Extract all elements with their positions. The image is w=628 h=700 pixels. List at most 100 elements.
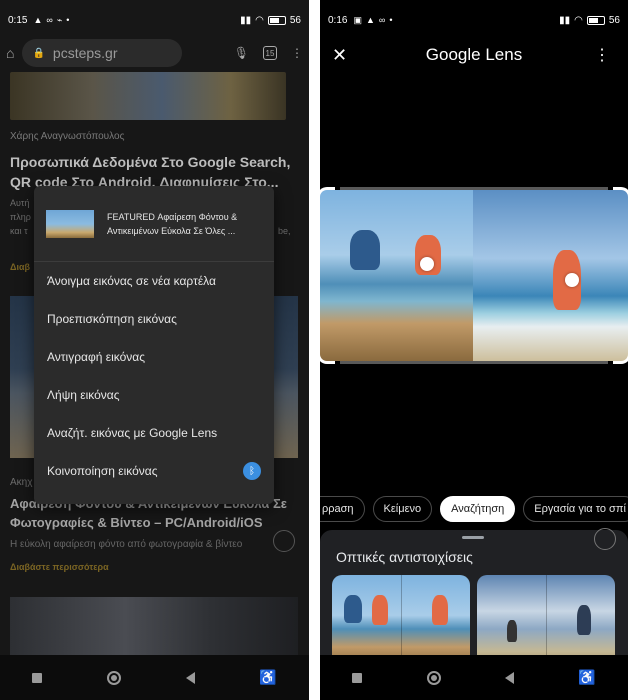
notification-icon: ▲ (365, 15, 375, 25)
person-figure (577, 605, 591, 635)
menu-item-open-new-tab[interactable]: Άνοιγμα εικόνας σε νέα καρτέλα (34, 262, 274, 300)
object-dot[interactable] (420, 257, 434, 271)
infinity-icon: ∞ (46, 15, 53, 25)
image-thumbnail (46, 209, 94, 238)
address-bar[interactable]: 🔒 pcsteps.gr (22, 39, 183, 67)
crop-corner[interactable] (320, 187, 335, 205)
chip-label: Αναζήτηση (451, 503, 505, 515)
home-button-icon[interactable] (426, 670, 441, 685)
article-excerpt: πληρ (10, 212, 31, 222)
object-dot[interactable] (565, 273, 579, 287)
image-right-half (473, 190, 628, 361)
status-bar: 0:15 ▲ ∞ ⌁ • ▮▮ ◠ 56 (0, 0, 309, 40)
crop-corner[interactable] (613, 346, 628, 364)
url-text: pcsteps.gr (52, 45, 118, 61)
menu-item-label: Λήψη εικόνας (47, 388, 120, 402)
person-figure (350, 230, 380, 270)
home-icon[interactable]: ⌂ (6, 45, 14, 61)
floating-button[interactable] (273, 530, 295, 552)
article-author: Χάρης Αναγνωστόπουλος (10, 131, 125, 142)
recents-icon[interactable] (352, 672, 363, 683)
wifi-icon: ◠ (574, 14, 583, 26)
image-left-half (320, 190, 473, 361)
floating-button[interactable] (594, 528, 616, 550)
drag-handle[interactable] (462, 536, 484, 539)
chip-text[interactable]: Κείμενο (372, 496, 433, 522)
back-icon[interactable] (185, 671, 195, 684)
person-figure (372, 595, 388, 625)
article-category: Ακηχ (10, 477, 33, 488)
tab-switcher-button[interactable]: 15 (263, 46, 277, 60)
mic-icon[interactable]: 🎙 (234, 46, 249, 60)
battery-level: 56 (289, 14, 301, 26)
article-excerpt: Αυτή (10, 198, 30, 208)
context-menu: FEATURED Αφαίρεση Φόντου & Αντικειμένων … (34, 186, 274, 504)
chip-search[interactable]: Αναζήτηση (440, 496, 516, 522)
article-image-top[interactable] (10, 72, 286, 120)
selected-image[interactable] (320, 187, 628, 364)
overflow-menu-icon[interactable]: ⋮ (594, 45, 610, 65)
more-dot-icon: • (66, 15, 70, 25)
menu-item-share[interactable]: Κοινοποίηση εικόνας ᛒ (34, 452, 274, 490)
menu-item-preview[interactable]: Προεπισκόπηση εικόνας (34, 300, 274, 338)
infinity-icon: ∞ (378, 15, 386, 25)
back-icon[interactable] (504, 671, 514, 684)
context-menu-title: FEATURED Αφαίρεση Φόντου & Αντικειμένων … (107, 211, 238, 236)
signal-icon: ▮▮ (559, 14, 571, 26)
read-more-link[interactable]: Διαβάστε περισσότερα (10, 562, 109, 572)
status-time: 0:16 (328, 14, 348, 26)
person-figure (432, 595, 448, 625)
context-menu-header: FEATURED Αφαίρεση Φόντου & Αντικειμένων … (34, 186, 274, 262)
chip-homework[interactable]: Εργασία για το σπί (523, 496, 628, 522)
article-excerpt: be, (278, 226, 291, 236)
lens-header: ✕ Google Lens ⋮ (320, 40, 628, 70)
notification-icon: ▲ (33, 15, 43, 25)
crop-corner[interactable] (320, 346, 335, 364)
battery-level: 56 (608, 14, 620, 26)
status-time: 0:15 (8, 14, 28, 26)
menu-item-label: Αντιγραφή εικόνας (47, 350, 146, 364)
person-figure (344, 595, 362, 623)
battery-icon (586, 15, 605, 25)
visual-match-result[interactable] (477, 575, 615, 665)
article-excerpt: και τ (10, 226, 28, 236)
mode-chips: ρρaση Κείμενο Αναζήτηση Εργασία για το σ… (320, 496, 628, 522)
visual-match-result[interactable] (332, 575, 470, 665)
menu-item-label: Αναζήτ. εικόνας με Google Lens (47, 426, 218, 440)
status-bar: 0:16 ▣ ▲ ∞ • ▮▮ ◠ 56 (320, 0, 628, 40)
vibrate-icon: ⌁ (56, 14, 63, 25)
system-nav-bar: ♿ (0, 655, 309, 700)
chip-translate[interactable]: ρρaση (320, 496, 365, 522)
sheet-title: Οπτικές αντιστοιχίσεις (336, 549, 473, 565)
lock-icon: 🔒 (32, 47, 45, 59)
crop-edge (340, 187, 608, 190)
crop-edge (340, 361, 608, 364)
wifi-icon: ◠ (255, 14, 264, 26)
battery-icon (267, 15, 286, 25)
person-figure (507, 620, 517, 642)
overflow-menu-icon[interactable]: ⋮ (291, 46, 303, 60)
more-dot-icon: • (389, 15, 393, 25)
menu-item-label: Προεπισκόπηση εικόνας (47, 312, 177, 326)
accessibility-icon[interactable]: ♿ (578, 669, 595, 686)
image-divider (401, 575, 402, 665)
menu-item-download[interactable]: Λήψη εικόνας (34, 376, 274, 414)
bluetooth-icon: ᛒ (243, 462, 261, 480)
results-sheet[interactable]: Οπτικές αντιστοιχίσεις (320, 528, 628, 665)
menu-item-google-lens[interactable]: Αναζήτ. εικόνας με Google Lens (34, 414, 274, 452)
menu-item-label: Κοινοποίηση εικόνας (47, 464, 158, 478)
read-more-link[interactable]: Διαβ (10, 262, 30, 272)
screen-icon: ▣ (353, 14, 362, 25)
browser-toolbar: ⌂ 🔒 pcsteps.gr 🎙 15 ⋮ (0, 39, 309, 67)
google-lens-screen: 0:16 ▣ ▲ ∞ • ▮▮ ◠ 56 ✕ Google Lens ⋮ ρρa… (320, 0, 628, 700)
article-image[interactable] (10, 597, 298, 657)
menu-item-label: Άνοιγμα εικόνας σε νέα καρτέλα (47, 274, 216, 288)
accessibility-icon[interactable]: ♿ (259, 669, 276, 686)
menu-item-copy[interactable]: Αντιγραφή εικόνας (34, 338, 274, 376)
image-divider (546, 575, 547, 665)
recents-icon[interactable] (32, 672, 43, 683)
crop-corner[interactable] (613, 187, 628, 205)
browser-screen: 0:15 ▲ ∞ ⌁ • ▮▮ ◠ 56 ⌂ 🔒 pcsteps.gr 🎙 15… (0, 0, 309, 700)
system-nav-bar: ♿ (320, 655, 628, 700)
home-button-icon[interactable] (106, 670, 121, 685)
